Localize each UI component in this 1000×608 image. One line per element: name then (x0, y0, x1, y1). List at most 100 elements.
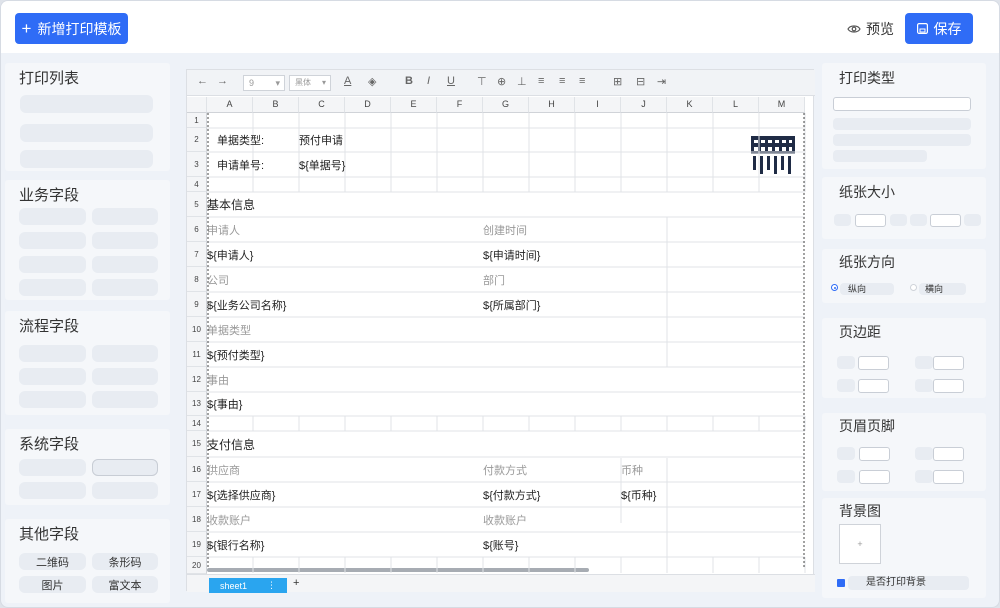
field-chip[interactable] (19, 208, 86, 225)
field-chip[interactable] (19, 368, 86, 385)
image-chip[interactable]: 图片 (19, 576, 86, 593)
print-type-select[interactable] (833, 97, 971, 111)
field-chip[interactable] (92, 482, 158, 499)
spreadsheet-editor[interactable]: ← → 9▾ 黑体▾ A ◈ B I U ⊤ ⊕ ⊥ ≡ ≡ ≡ ⊞ ⊟ ⇥ (186, 69, 815, 593)
font-color-icon[interactable]: A (344, 75, 351, 87)
sheet-cell[interactable]: 申请人 (207, 217, 240, 242)
header-input[interactable] (859, 447, 890, 461)
sheet-cell[interactable]: 币种 (621, 457, 643, 482)
wrap-icon[interactable]: ⇥ (657, 75, 666, 88)
sheet-cell[interactable]: 部门 (483, 267, 505, 292)
valign-middle-icon[interactable]: ⊕ (497, 75, 506, 88)
margin-right-input[interactable] (933, 379, 964, 393)
sheet-tab-sheet1[interactable]: sheet1 ⋮ (209, 578, 287, 593)
font-name-select[interactable]: 黑体 ▾ (289, 75, 331, 91)
barcode-chip[interactable]: 条形码 (92, 553, 158, 570)
underline-icon[interactable]: U (447, 75, 455, 87)
field-chip[interactable] (92, 256, 158, 273)
sheet-cell[interactable]: ${预付类型} (207, 342, 264, 367)
column-header[interactable]: J (621, 97, 667, 113)
valign-top-icon[interactable]: ⊤ (477, 75, 487, 88)
margin-bottom-input[interactable] (933, 356, 964, 370)
richtext-chip[interactable]: 富文本 (92, 576, 158, 593)
list-item[interactable] (20, 95, 153, 113)
portrait-radio[interactable] (831, 284, 838, 291)
align-right-icon[interactable]: ≡ (579, 75, 585, 87)
field-chip[interactable] (19, 391, 86, 408)
background-upload[interactable]: + (839, 524, 881, 564)
print-background-label[interactable]: 是否打印背景 (848, 576, 969, 590)
field-chip[interactable] (92, 345, 158, 362)
sheet-cell[interactable]: ${申请人} (207, 242, 253, 267)
field-chip[interactable] (92, 368, 158, 385)
qrcode-chip[interactable]: 二维码 (19, 553, 86, 570)
list-item[interactable] (20, 124, 153, 142)
field-chip[interactable] (19, 459, 86, 476)
undo-icon[interactable]: ← (197, 75, 208, 87)
margin-top-input[interactable] (858, 356, 889, 370)
column-header[interactable]: F (437, 97, 483, 113)
landscape-label[interactable]: 横向 (919, 283, 966, 295)
valign-bottom-icon[interactable]: ⊥ (517, 75, 527, 88)
align-left-icon[interactable]: ≡ (538, 75, 544, 87)
sheet-cell[interactable]: ${账号} (483, 532, 518, 557)
sheet-cell[interactable]: ${选择供应商} (207, 482, 275, 507)
portrait-label[interactable]: 纵向 (840, 283, 894, 295)
sheet-cell[interactable]: ${业务公司名称} (207, 292, 286, 317)
sheet-cell[interactable]: 公司 (207, 267, 229, 292)
sheet-cell[interactable]: 收款账户 (483, 507, 527, 532)
fill-color-icon[interactable]: ◈ (368, 75, 376, 88)
sheet-cell[interactable]: 收款账户 (207, 507, 251, 532)
field-chip[interactable] (92, 208, 158, 225)
italic-icon[interactable]: I (427, 75, 430, 87)
sheet-cell[interactable]: ${单据号} (299, 152, 345, 177)
landscape-radio[interactable] (910, 284, 917, 291)
field-chip[interactable] (19, 256, 86, 273)
add-sheet-button[interactable]: + (293, 577, 299, 589)
field-chip[interactable] (92, 391, 158, 408)
align-center-icon[interactable]: ≡ (559, 75, 565, 87)
sheet-cell[interactable]: ${银行名称} (207, 532, 264, 557)
sheet-cell[interactable]: 付款方式 (483, 457, 527, 482)
border-icon[interactable]: ⊞ (613, 75, 622, 88)
bold-icon[interactable]: B (405, 75, 413, 87)
column-header[interactable]: C (299, 97, 345, 113)
footer-height-input[interactable] (933, 470, 964, 484)
field-chip[interactable] (19, 482, 86, 499)
column-header[interactable]: E (391, 97, 437, 113)
column-header[interactable]: H (529, 97, 575, 113)
sheet-cell[interactable]: 支付信息 (207, 431, 255, 457)
sheet-cell[interactable]: ${付款方式} (483, 482, 540, 507)
field-chip[interactable] (19, 279, 86, 296)
sheet-cell[interactable]: ${申请时间} (483, 242, 540, 267)
footer-input[interactable] (859, 470, 890, 484)
merge-icon[interactable]: ⊟ (636, 75, 645, 88)
paper-width-input[interactable] (855, 214, 886, 227)
save-button[interactable]: 保存 (905, 13, 973, 44)
print-background-checkbox[interactable] (837, 579, 845, 587)
column-header[interactable]: B (253, 97, 299, 113)
field-chip[interactable] (92, 232, 158, 249)
paper-height-input[interactable] (930, 214, 961, 227)
sheet-cell[interactable]: 创建时间 (483, 217, 527, 242)
column-header[interactable]: K (667, 97, 713, 113)
column-header[interactable]: D (345, 97, 391, 113)
list-item[interactable] (20, 150, 153, 168)
column-header[interactable]: G (483, 97, 529, 113)
column-header[interactable]: I (575, 97, 621, 113)
sheet-cell[interactable]: 基本信息 (207, 192, 255, 217)
field-chip[interactable] (19, 232, 86, 249)
sheet-cell[interactable]: 单据类型 (207, 317, 251, 342)
column-header[interactable]: M (759, 97, 805, 113)
margin-left-input[interactable] (858, 379, 889, 393)
sheet-cell[interactable]: 事由 (207, 367, 229, 392)
font-size-select[interactable]: 9 ▾ (243, 75, 285, 91)
field-chip[interactable] (92, 459, 158, 476)
sheet-cell[interactable]: 供应商 (207, 457, 240, 482)
header-height-input[interactable] (933, 447, 964, 461)
sheet-cell[interactable]: 单据类型: (217, 128, 264, 152)
column-header[interactable]: L (713, 97, 759, 113)
sheet-corner[interactable] (187, 97, 207, 113)
sheet-menu-icon[interactable]: ⋮ (267, 580, 276, 591)
column-header[interactable]: A (207, 97, 253, 113)
